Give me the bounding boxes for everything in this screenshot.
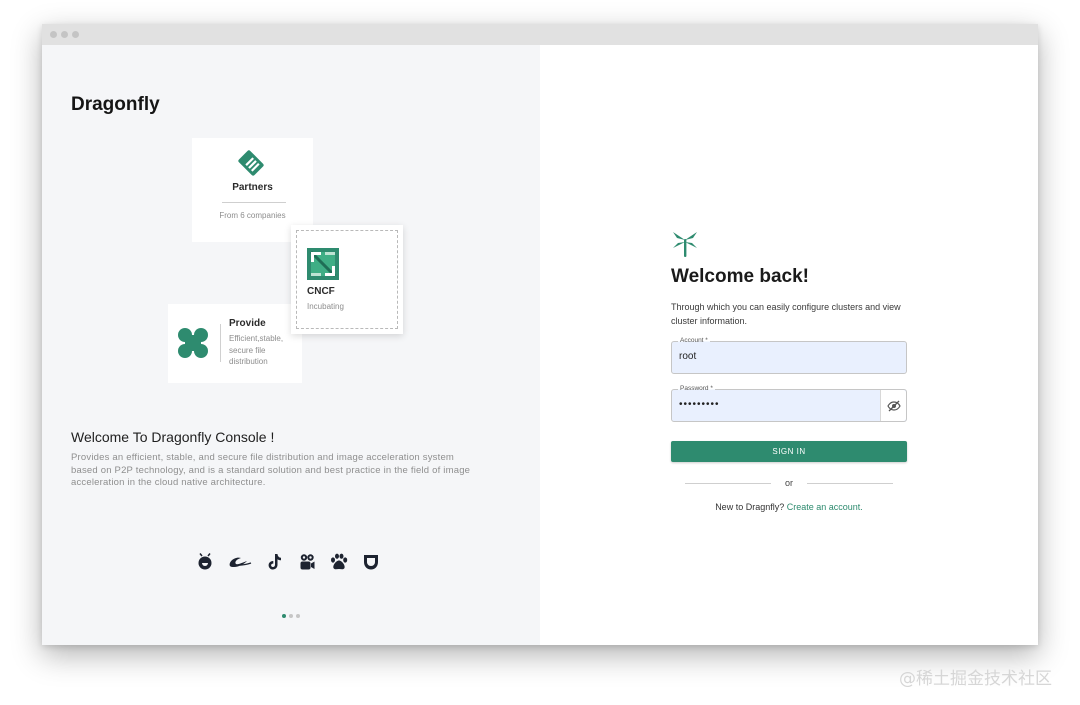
register-prompt-text: New to Dragnfly? bbox=[715, 502, 785, 512]
intro-title: Welcome To Dragonfly Console ! bbox=[71, 429, 275, 445]
ant-group-icon bbox=[195, 552, 215, 572]
browser-window: Dragonfly Partners From 6 companies Prov… bbox=[42, 24, 1038, 645]
provide-divider bbox=[220, 324, 221, 362]
login-description: Through which you can easily configure c… bbox=[671, 302, 901, 326]
partners-title: Partners bbox=[232, 182, 273, 193]
provide-card: Provide Efficient,stable, secure file di… bbox=[168, 304, 302, 383]
provide-title: Provide bbox=[229, 318, 266, 329]
window-close-dot[interactable] bbox=[50, 31, 57, 38]
carousel-dot-2[interactable] bbox=[289, 614, 293, 618]
screenshot-stage: Dragonfly Partners From 6 companies Prov… bbox=[0, 0, 1080, 705]
brand-title: Dragonfly bbox=[71, 94, 160, 115]
login-panel: Welcome back! Through which you can easi… bbox=[540, 45, 1038, 645]
carousel-dot-1[interactable] bbox=[282, 614, 286, 618]
partner-logos-row bbox=[195, 552, 381, 572]
provide-subtitle: Efficient,stable, secure file distributi… bbox=[229, 334, 284, 366]
password-label: Password * bbox=[678, 385, 715, 393]
carousel-indicator bbox=[282, 614, 300, 618]
kuaishou-icon bbox=[297, 552, 317, 572]
tiktok-icon bbox=[265, 552, 285, 572]
alibaba-icon bbox=[227, 552, 253, 572]
didi-icon bbox=[361, 552, 381, 572]
toggle-password-visibility[interactable] bbox=[880, 390, 906, 421]
password-field[interactable]: Password * ••••••••• bbox=[671, 385, 907, 422]
window-minimize-dot[interactable] bbox=[61, 31, 68, 38]
carousel-dot-3[interactable] bbox=[296, 614, 300, 618]
intro-description: Provides an efficient, stable, and secur… bbox=[71, 452, 471, 488]
password-input[interactable]: ••••••••• bbox=[679, 399, 869, 410]
handshake-icon bbox=[234, 146, 268, 185]
account-input[interactable] bbox=[679, 351, 869, 362]
baidu-icon bbox=[329, 552, 349, 572]
partners-divider bbox=[222, 202, 286, 203]
window-maximize-dot[interactable] bbox=[72, 31, 79, 38]
or-line-right bbox=[807, 483, 893, 484]
cncf-icon bbox=[307, 248, 339, 285]
login-title: Welcome back! bbox=[671, 266, 809, 287]
site-watermark: @稀土掘金技术社区 bbox=[899, 669, 1052, 689]
clover-icon bbox=[176, 326, 210, 365]
eye-off-icon bbox=[886, 400, 901, 411]
or-divider: or bbox=[685, 477, 893, 489]
register-prompt: New to Dragnfly? Create an account. bbox=[671, 502, 907, 512]
cncf-title: CNCF bbox=[307, 286, 335, 297]
account-field[interactable]: Account * bbox=[671, 337, 907, 374]
account-label: Account * bbox=[678, 337, 710, 345]
cncf-card: CNCF Incubating bbox=[291, 225, 403, 334]
intro-panel: Dragonfly Partners From 6 companies Prov… bbox=[42, 45, 540, 645]
sign-in-button[interactable]: SIGN IN bbox=[671, 441, 907, 462]
window-titlebar bbox=[42, 24, 1038, 45]
dragonfly-logo-icon bbox=[670, 228, 700, 263]
cncf-subtitle: Incubating bbox=[307, 302, 344, 311]
create-account-link[interactable]: Create an account. bbox=[787, 502, 863, 512]
partners-subtitle: From 6 companies bbox=[219, 211, 286, 220]
